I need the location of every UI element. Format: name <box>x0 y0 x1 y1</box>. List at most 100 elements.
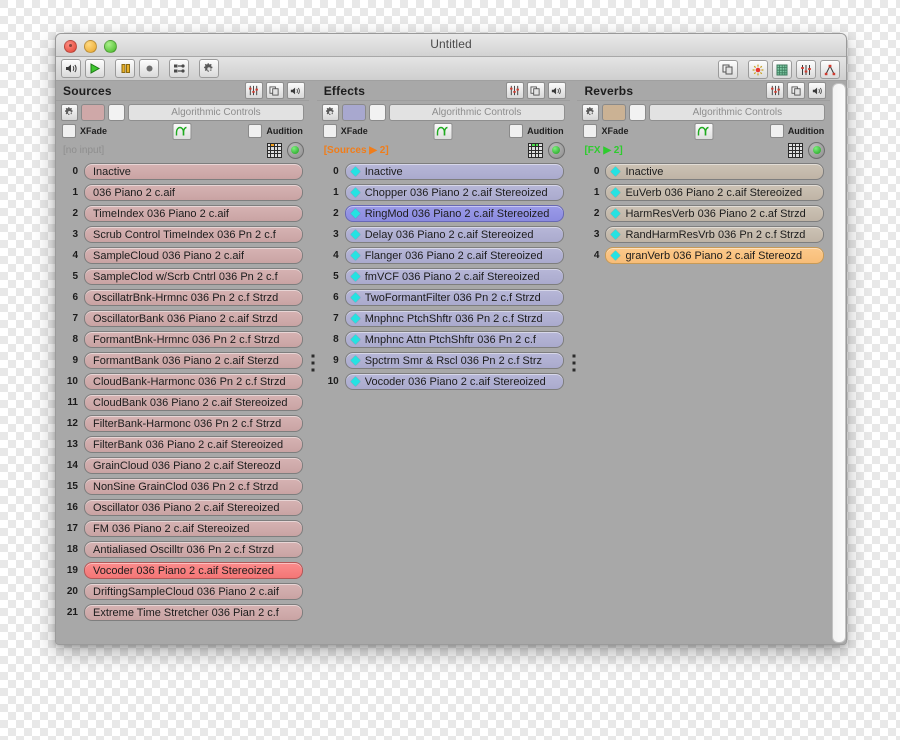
input-source-label[interactable]: [FX ▶ 2] <box>584 145 788 156</box>
speaker-icon[interactable] <box>286 82 305 99</box>
vertical-scrollbar[interactable] <box>830 81 846 644</box>
faders-icon[interactable] <box>796 60 816 79</box>
list-item[interactable]: 3 RandHarmResVrb 036 Pn 2 c.f Strzd <box>577 225 830 244</box>
list-item[interactable]: 5 fmVCF 036 Piano 2 c.aif Stereoized <box>317 267 570 286</box>
xfade-checkbox[interactable] <box>583 124 598 138</box>
panel-color-swatch-alt[interactable] <box>368 103 386 121</box>
scrollbar-track[interactable] <box>832 83 846 643</box>
faders-icon[interactable] <box>766 82 785 99</box>
list-item-chip[interactable]: Inactive <box>344 163 564 180</box>
audition-checkbox[interactable] <box>509 124 524 138</box>
list-item-chip[interactable]: CloudBank 036 Piano 2 c.aif Stereoized <box>84 394 303 411</box>
list-item[interactable]: 5 SampleClod w/Scrb Cntrl 036 Pn 2 c.f <box>56 267 309 286</box>
speaker-icon[interactable] <box>61 59 81 78</box>
list-item[interactable]: 4 Flanger 036 Piano 2 c.aif Stereoized <box>317 246 570 265</box>
list-item-chip[interactable]: Mnphnc Attn PtchShftr 036 Pn 2 c.f <box>344 331 564 348</box>
list-item-chip[interactable]: Antialiased Oscilltr 036 Pn 2 c.f Strzd <box>84 541 303 558</box>
list-item[interactable]: 0 Inactive <box>577 162 830 181</box>
envelope-icon[interactable] <box>172 122 192 140</box>
matrix-icon[interactable] <box>788 142 804 158</box>
copy-icon[interactable] <box>265 82 284 99</box>
list-item[interactable]: 6 OscillatrBnk-Hrmnc 036 Pn 2 c.f Strzd <box>56 288 309 307</box>
list-item-chip[interactable]: TwoFormantFilter 036 Pn 2 c.f Strzd <box>344 289 564 306</box>
list-item[interactable]: 2 HarmResVerb 036 Piano 2 c.af Strzd <box>577 204 830 223</box>
list-item-chip[interactable]: OscillatrBnk-Hrmnc 036 Pn 2 c.f Strzd <box>84 289 303 306</box>
list-item-chip[interactable]: granVerb 036 Piano 2 c.aif Stereozd <box>605 247 825 264</box>
list-item-chip[interactable]: Flanger 036 Piano 2 c.aif Stereoized <box>344 247 564 264</box>
envelope-icon[interactable] <box>433 122 453 140</box>
list-item[interactable]: 3 Scrub Control TimeIndex 036 Pn 2 c.f <box>56 225 309 244</box>
list-item-chip[interactable]: HarmResVerb 036 Piano 2 c.af Strzd <box>605 205 825 222</box>
algorithmic-controls-field[interactable]: Algorithmic Controls <box>128 103 304 121</box>
list-item-chip[interactable]: Inactive <box>84 163 303 180</box>
input-source-label[interactable]: [no input] <box>63 145 267 156</box>
list-item-chip[interactable]: Vocoder 036 Piano 2 c.aif Stereoized <box>84 562 303 579</box>
list-item-chip[interactable]: FormantBnk-Hrmnc 036 Pn 2 c.f Strzd <box>84 331 303 348</box>
list-item-chip[interactable]: RandHarmResVrb 036 Pn 2 c.f Strzd <box>605 226 825 243</box>
list-item[interactable]: 8 Mnphnc Attn PtchShftr 036 Pn 2 c.f <box>317 330 570 349</box>
panel-color-swatch-alt[interactable] <box>629 103 647 121</box>
list-item-chip[interactable]: EuVerb 036 Piano 2 c.aif Stereoized <box>605 184 825 201</box>
envelope-icon[interactable] <box>694 122 714 140</box>
list-item-chip[interactable]: CloudBank-Harmonc 036 Pn 2 c.f Strzd <box>84 373 303 390</box>
list-item[interactable]: 7 Mnphnc PtchShftr 036 Pn 2 c.f Strzd <box>317 309 570 328</box>
input-source-label[interactable]: [Sources ▶ 2] <box>324 145 528 156</box>
list-item[interactable]: 19 Vocoder 036 Piano 2 c.aif Stereoized <box>56 561 309 580</box>
pause-icon[interactable] <box>115 59 135 78</box>
audition-checkbox[interactable] <box>248 124 263 138</box>
list-item[interactable]: 8 FormantBnk-Hrmnc 036 Pn 2 c.f Strzd <box>56 330 309 349</box>
list-item-chip[interactable]: TimeIndex 036 Piano 2 c.aif <box>84 205 303 222</box>
list-item[interactable]: 9 Spctrm Smr & Rscl 036 Pn 2 c.f Strz <box>317 351 570 370</box>
algorithmic-controls-field[interactable]: Algorithmic Controls <box>649 103 826 121</box>
list-item-chip[interactable]: Chopper 036 Piano 2 c.aif Stereoized <box>344 184 564 201</box>
speaker-icon[interactable] <box>547 82 566 99</box>
list-item-chip[interactable]: FM 036 Piano 2 c.aif Stereoized <box>84 520 303 537</box>
panel-gear-icon[interactable] <box>61 103 78 121</box>
algorithmic-controls-field[interactable]: Algorithmic Controls <box>388 103 565 121</box>
list-item-chip[interactable]: SampleClod w/Scrb Cntrl 036 Pn 2 c.f <box>84 268 303 285</box>
list-item[interactable]: 1 EuVerb 036 Piano 2 c.aif Stereoized <box>577 183 830 202</box>
list-item[interactable]: 13 FilterBank 036 Piano 2 c.aif Stereoize… <box>56 435 309 454</box>
list-item[interactable]: 4 SampleCloud 036 Piano 2 c.aif <box>56 246 309 265</box>
list-item[interactable]: 1 036 Piano 2 c.aif <box>56 183 309 202</box>
xfade-checkbox[interactable] <box>62 124 76 138</box>
copy-icon[interactable] <box>526 82 545 99</box>
record-icon[interactable] <box>139 59 159 78</box>
list-item-chip[interactable]: FilterBank 036 Piano 2 c.aif Stereoized <box>84 436 303 453</box>
list-item-chip[interactable]: Inactive <box>605 163 825 180</box>
routing-icon[interactable] <box>820 60 840 79</box>
speaker-icon[interactable] <box>808 82 827 99</box>
list-item-chip[interactable]: Oscillator 036 Piano 2 c.aif Stereoized <box>84 499 303 516</box>
list-item[interactable]: 0 Inactive <box>317 162 570 181</box>
list-item-chip[interactable]: Mnphnc PtchShftr 036 Pn 2 c.f Strzd <box>344 310 564 327</box>
power-led-icon[interactable] <box>286 141 304 159</box>
list-item-chip[interactable]: NonSine GrainClod 036 Pn 2 c.f Strzd <box>84 478 303 495</box>
list-item-chip[interactable]: DriftingSampleCloud 036 Piano 2 c.aif <box>84 583 303 600</box>
list-item-chip[interactable]: OscillatorBank 036 Piano 2 c.aif Strzd <box>84 310 303 327</box>
list-item[interactable]: 1 Chopper 036 Piano 2 c.aif Stereoized <box>317 183 570 202</box>
panel-color-swatch[interactable] <box>341 103 366 121</box>
list-item-chip[interactable]: 036 Piano 2 c.aif <box>84 184 303 201</box>
list-item-chip[interactable]: Delay 036 Piano 2 c.aif Stereoized <box>344 226 564 243</box>
mixer-icon[interactable] <box>169 59 189 78</box>
list-item-chip[interactable]: Scrub Control TimeIndex 036 Pn 2 c.f <box>84 226 303 243</box>
list-item-chip[interactable]: RingMod 036 Piano 2 c.aif Stereoized <box>344 205 564 222</box>
list-item-chip[interactable]: GrainCloud 036 Piano 2 c.aif Stereozd <box>84 457 303 474</box>
list-item[interactable]: 4 granVerb 036 Piano 2 c.aif Stereozd <box>577 246 830 265</box>
list-item[interactable]: 9 FormantBank 036 Piano 2 c.aif Sterzd <box>56 351 309 370</box>
panel-color-swatch-alt[interactable] <box>108 103 125 121</box>
list-item[interactable]: 2 RingMod 036 Piano 2 c.aif Stereoized <box>317 204 570 223</box>
list-item[interactable]: 10 CloudBank-Harmonc 036 Pn 2 c.f Strzd <box>56 372 309 391</box>
list-item[interactable]: 18 Antialiased Oscilltr 036 Pn 2 c.f Strz… <box>56 540 309 559</box>
power-led-icon[interactable] <box>547 141 565 159</box>
grid-icon[interactable] <box>772 60 792 79</box>
list-item[interactable]: 21 Extreme Time Stretcher 036 Pian 2 c.f <box>56 603 309 622</box>
list-item[interactable]: 15 NonSine GrainClod 036 Pn 2 c.f Strzd <box>56 477 309 496</box>
faders-icon[interactable] <box>505 82 524 99</box>
panel-color-swatch[interactable] <box>602 103 627 121</box>
list-item[interactable]: 16 Oscillator 036 Piano 2 c.aif Stereoize… <box>56 498 309 517</box>
list-item[interactable]: 14 GrainCloud 036 Piano 2 c.aif Stereozd <box>56 456 309 475</box>
list-reverbs[interactable]: 0 Inactive 1 EuVerb 036 Piano 2 c.aif Stere… <box>577 160 831 644</box>
list-item[interactable]: 6 TwoFormantFilter 036 Pn 2 c.f Strzd <box>317 288 570 307</box>
list-item-chip[interactable]: Extreme Time Stretcher 036 Pian 2 c.f <box>84 604 303 621</box>
